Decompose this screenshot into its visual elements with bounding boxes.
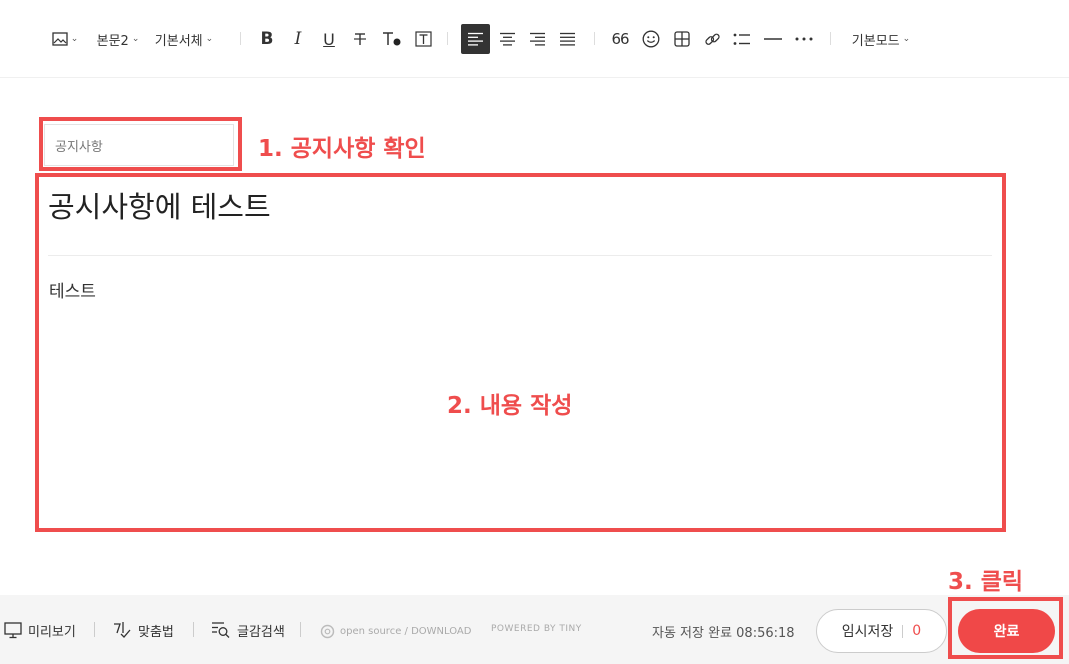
strikethrough-icon bbox=[354, 33, 366, 45]
align-center-button[interactable] bbox=[494, 24, 520, 54]
editor-footer: 미리보기 맞춤법 글감검색 open source / DOWNLOAD POW… bbox=[0, 595, 1069, 664]
temp-save-button[interactable]: 임시저장 0 bbox=[816, 609, 947, 653]
underline-icon: U bbox=[323, 29, 335, 49]
align-left-button[interactable] bbox=[461, 24, 490, 54]
footer-divider bbox=[94, 622, 95, 637]
post-title-input[interactable]: 공시사항에 테스트 bbox=[48, 184, 271, 226]
align-right-button[interactable] bbox=[524, 24, 550, 54]
open-source-link[interactable]: open source / DOWNLOAD bbox=[320, 624, 471, 639]
done-button[interactable]: 완료 bbox=[958, 609, 1055, 653]
more-icon bbox=[795, 37, 813, 41]
align-left-icon bbox=[468, 32, 483, 46]
horizontal-line-button[interactable] bbox=[760, 24, 786, 54]
chevron-down-icon: ⌄ bbox=[70, 34, 79, 44]
chevron-down-icon: ⌄ bbox=[131, 34, 140, 44]
smiley-icon bbox=[642, 30, 660, 48]
temp-save-divider bbox=[902, 624, 904, 638]
image-icon bbox=[52, 32, 68, 46]
text-color-icon bbox=[383, 32, 401, 46]
editor-toolbar: ⌄ 본문2 ⌄ 기본서체 ⌄ B I U 66 기본모드 ⌄ bbox=[0, 0, 1069, 78]
font-family-dropdown[interactable]: 기본서체 ⌄ bbox=[152, 24, 216, 54]
monitor-icon bbox=[4, 621, 22, 638]
spellcheck-button[interactable]: 맞춤법 bbox=[112, 615, 174, 645]
annotation-step-3: 3. 클릭 bbox=[948, 569, 1024, 595]
editor-page: ⌄ 본문2 ⌄ 기본서체 ⌄ B I U 66 기본모드 ⌄ 공지사항 1. 공… bbox=[0, 0, 1069, 664]
text-background-icon bbox=[414, 31, 432, 47]
align-center-icon bbox=[499, 32, 515, 46]
open-source-icon bbox=[320, 624, 335, 639]
align-justify-button[interactable] bbox=[554, 24, 580, 54]
italic-icon: I bbox=[294, 29, 302, 49]
bold-button[interactable]: B bbox=[256, 24, 278, 54]
post-body-editor[interactable]: 테스트 bbox=[49, 277, 96, 302]
temp-save-count: 0 bbox=[912, 623, 922, 639]
italic-button[interactable]: I bbox=[287, 24, 309, 54]
emoticon-button[interactable] bbox=[638, 24, 664, 54]
preview-button[interactable]: 미리보기 bbox=[4, 615, 76, 645]
paragraph-style-dropdown[interactable]: 본문2 ⌄ bbox=[93, 24, 143, 54]
category-select[interactable]: 공지사항 bbox=[44, 124, 234, 166]
bulleted-list-icon bbox=[733, 33, 750, 45]
highlight-box-content bbox=[35, 173, 1006, 532]
chevron-down-icon: ⌄ bbox=[205, 34, 214, 44]
text-background-button[interactable] bbox=[411, 24, 435, 54]
annotation-step-1: 1. 공지사항 확인 bbox=[258, 136, 426, 162]
table-button[interactable] bbox=[669, 24, 695, 54]
strikethrough-button[interactable] bbox=[349, 24, 371, 54]
align-justify-icon bbox=[559, 32, 575, 46]
autosave-status: 자동 저장 완료 08:56:18 bbox=[652, 626, 795, 641]
align-right-icon bbox=[529, 32, 545, 46]
editor-mode-dropdown[interactable]: 기본모드 ⌄ bbox=[848, 24, 914, 54]
quote-icon: 66 bbox=[611, 30, 629, 48]
bold-icon: B bbox=[260, 29, 274, 49]
chevron-down-icon: ⌄ bbox=[902, 34, 911, 44]
material-search-button[interactable]: 글감검색 bbox=[211, 615, 285, 645]
toolbar-divider bbox=[240, 32, 241, 45]
link-button[interactable] bbox=[699, 24, 725, 54]
list-button[interactable] bbox=[729, 24, 755, 54]
quote-button[interactable]: 66 bbox=[607, 24, 633, 54]
footer-divider bbox=[300, 622, 301, 637]
powered-by-label: POWERED BY TINY bbox=[491, 624, 582, 634]
toolbar-divider bbox=[447, 32, 448, 45]
spellcheck-icon bbox=[114, 622, 131, 638]
link-icon bbox=[704, 33, 720, 45]
toolbar-divider bbox=[594, 32, 595, 45]
underline-button[interactable]: U bbox=[318, 24, 340, 54]
category-placeholder: 공지사항 bbox=[55, 139, 103, 155]
insert-image-button[interactable]: ⌄ bbox=[50, 24, 80, 54]
text-color-button[interactable] bbox=[380, 24, 404, 54]
title-divider bbox=[48, 255, 992, 256]
horizontal-line-icon bbox=[764, 38, 782, 40]
toolbar-divider bbox=[830, 32, 831, 45]
table-icon bbox=[674, 31, 690, 47]
footer-divider bbox=[193, 622, 194, 637]
more-button[interactable] bbox=[791, 24, 817, 54]
annotation-step-2: 2. 내용 작성 bbox=[447, 393, 573, 419]
material-search-icon bbox=[212, 622, 230, 638]
